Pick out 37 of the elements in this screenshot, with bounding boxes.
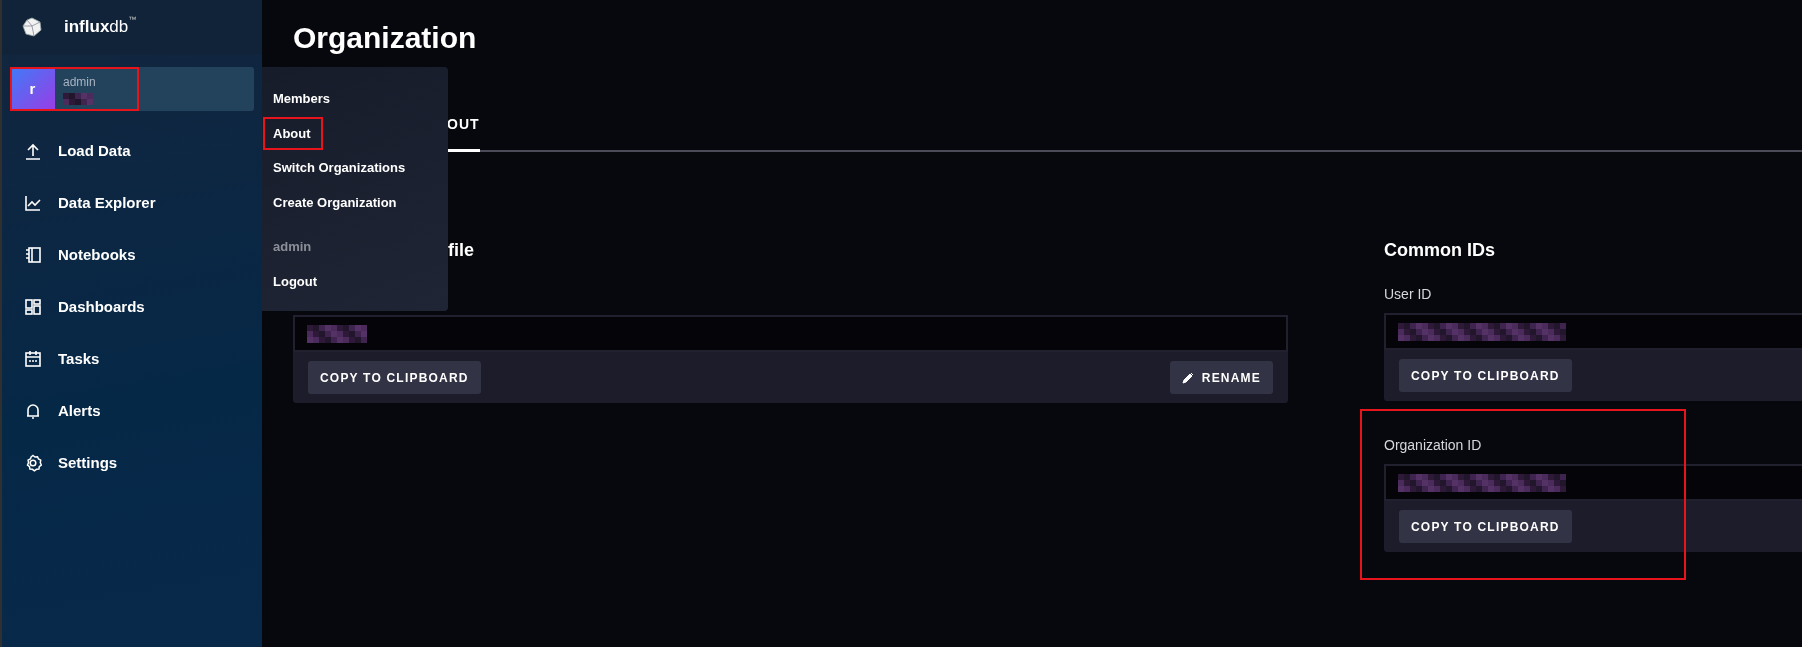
section-heading: file [448,239,475,262]
nav-item[interactable]: Alerts [2,385,262,437]
menu-item[interactable]: Create Organization [263,185,409,219]
notebook-icon [24,246,42,264]
copy-button[interactable]: COPY TO CLIPBOARD [308,361,481,394]
line-chart-icon [24,194,42,212]
bell-icon [24,402,42,420]
id-field[interactable] [1384,464,1802,501]
rename-button[interactable]: RENAME [1169,361,1273,394]
field-label: User ID [1384,285,1433,304]
nav-item[interactable]: Data Explorer [2,177,262,229]
calendar-icon [24,350,42,368]
copy-button[interactable]: COPY TO CLIPBOARD [1399,510,1572,543]
menu-item[interactable]: About [263,116,323,150]
copy-button[interactable]: COPY TO CLIPBOARD [1399,359,1572,392]
menu-item[interactable]: Members [263,82,343,116]
pencil-icon [1181,371,1194,384]
name-field[interactable] [293,315,1288,352]
nav-item[interactable]: Settings [2,437,262,489]
user-name: admin [63,74,96,91]
settings-icon [24,454,42,472]
user-switcher[interactable]: r admin [10,67,254,111]
menu-item[interactable]: Logout [263,264,330,298]
nav-item[interactable]: Load Data [2,125,262,177]
field-label: Organization ID [1384,436,1483,455]
section-heading: Common IDs [1384,239,1496,262]
menu-item[interactable]: Switch Organizations [263,151,418,185]
menu-heading: admin [272,238,313,256]
id-field[interactable] [1384,313,1802,350]
nav-item[interactable]: Dashboards [2,281,262,333]
dashboard-icon [24,298,42,316]
nav-item[interactable]: Tasks [2,333,262,385]
nav-item[interactable]: Notebooks [2,229,262,281]
page-title: Organization [293,20,478,56]
logo-icon [22,17,42,37]
upload-icon [24,142,42,160]
wordmark: influxdb™ [64,14,137,39]
